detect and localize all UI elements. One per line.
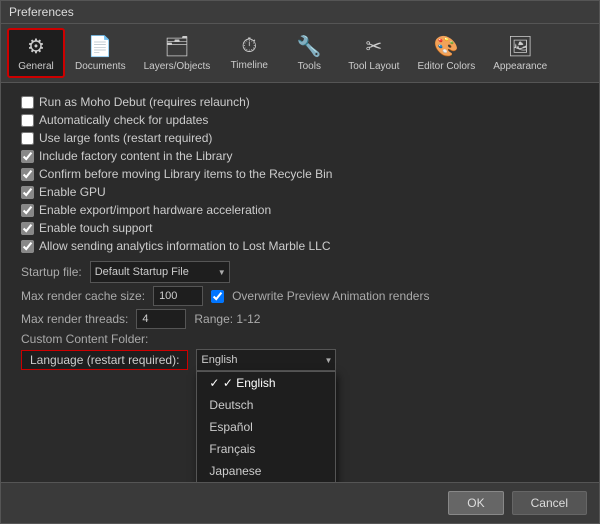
language-dropdown-wrapper: English ▼ [196,349,336,371]
checkbox-text-large-fonts: Use large fonts (restart required) [39,131,212,145]
toolbar-item-tool-layout[interactable]: ✂ Tool Layout [340,30,407,76]
documents-icon: 📄 [88,34,113,59]
checkbox-run-moho-debut[interactable] [21,96,34,109]
checkbox-label-enable-gpu[interactable]: Enable GPU [21,183,579,201]
language-option-japanese[interactable]: Japanese [197,460,335,482]
max-cache-input[interactable] [153,286,203,306]
general-icon: ⚙ [27,34,45,59]
overwrite-preview-checkbox[interactable] [211,290,224,303]
language-popup: ✓ EnglishDeutschEspañolFrançaisJapaneseR… [196,371,336,482]
checkbox-text-touch-support: Enable touch support [39,221,152,235]
language-option-english[interactable]: ✓ English [197,372,335,394]
checkbox-text-confirm-recycle: Confirm before moving Library items to t… [39,167,332,181]
checkbox-text-allow-analytics: Allow sending analytics information to L… [39,239,330,253]
checkbox-label-auto-check-updates[interactable]: Automatically check for updates [21,111,579,129]
toolbar-item-label: Tool Layout [348,61,399,72]
tool-layout-icon: ✂ [365,34,382,59]
max-cache-row: Max render cache size: Overwrite Preview… [21,286,579,306]
toolbar-item-appearance[interactable]: 🖼 Appearance [485,30,555,76]
checkbox-allow-analytics[interactable] [21,240,34,253]
preferences-window: Preferences ⚙ General 📄 Documents 🗂 Layers/Ob… [0,0,600,524]
toolbar-item-general[interactable]: ⚙ General [7,28,65,78]
tools-icon: 🔧 [297,34,322,59]
checkbox-label-touch-support[interactable]: Enable touch support [21,219,579,237]
footer: OK Cancel [1,482,599,523]
toolbar-item-label: Documents [75,61,126,72]
max-threads-row: Max render threads: Range: 1-12 [21,309,579,329]
cancel-button[interactable]: Cancel [512,491,587,515]
language-row: Language (restart required): English ▼ ✓… [21,349,579,371]
toolbar-item-label: Appearance [493,61,547,72]
startup-file-dropdown-wrapper: Default Startup File ▼ [90,261,230,283]
checkbox-auto-check-updates[interactable] [21,114,34,127]
checkbox-container: Run as Moho Debut (requires relaunch) Aut… [21,93,579,255]
max-cache-label: Max render cache size: [21,289,145,303]
range-label: Range: 1-12 [194,312,260,326]
checkbox-export-import-accel[interactable] [21,204,34,217]
checkbox-label-allow-analytics[interactable]: Allow sending analytics information to L… [21,237,579,255]
window-title: Preferences [9,5,74,19]
toolbar-item-label: Layers/Objects [144,61,211,72]
toolbar-item-label: Editor Colors [417,61,475,72]
checkbox-large-fonts[interactable] [21,132,34,145]
title-bar: Preferences [1,1,599,24]
appearance-icon: 🖼 [508,34,533,59]
checkbox-text-export-import-accel: Enable export/import hardware accelerati… [39,203,271,217]
checkbox-text-run-moho-debut: Run as Moho Debut (requires relaunch) [39,95,250,109]
checkbox-confirm-recycle[interactable] [21,168,34,181]
startup-file-row: Startup file: Default Startup File ▼ [21,261,579,283]
custom-content-row: Custom Content Folder: [21,332,579,346]
language-option-deutsch[interactable]: Deutsch [197,394,335,416]
checkbox-enable-gpu[interactable] [21,186,34,199]
timeline-icon: ⏱ [241,35,257,58]
language-dropdown[interactable]: English [196,349,336,371]
max-threads-input[interactable] [136,309,186,329]
language-label: Language (restart required): [21,350,188,370]
toolbar-item-documents[interactable]: 📄 Documents [67,30,134,76]
language-dropdown-container: English ▼ ✓ EnglishDeutschEspañolFrançai… [196,349,336,371]
language-option-francais[interactable]: Français [197,438,335,460]
checkbox-label-run-moho-debut[interactable]: Run as Moho Debut (requires relaunch) [21,93,579,111]
checkbox-touch-support[interactable] [21,222,34,235]
ok-button[interactable]: OK [448,491,503,515]
custom-content-label: Custom Content Folder: [21,332,148,346]
checkbox-label-export-import-accel[interactable]: Enable export/import hardware accelerati… [21,201,579,219]
toolbar-item-tools[interactable]: 🔧 Tools [280,30,338,76]
max-threads-label: Max render threads: [21,312,128,326]
toolbar-item-layers-objects[interactable]: 🗂 Layers/Objects [136,30,219,76]
layers-objects-icon: 🗂 [164,34,189,59]
overwrite-preview-label: Overwrite Preview Animation renders [232,289,429,303]
toolbar-item-label: Timeline [231,60,268,71]
startup-file-dropdown[interactable]: Default Startup File [90,261,230,283]
checkbox-label-factory-content[interactable]: Include factory content in the Library [21,147,579,165]
toolbar-item-label: Tools [298,61,321,72]
toolbar: ⚙ General 📄 Documents 🗂 Layers/Objects ⏱ Timeli… [1,24,599,83]
checkbox-factory-content[interactable] [21,150,34,163]
toolbar-item-timeline[interactable]: ⏱ Timeline [220,31,278,75]
checkbox-label-confirm-recycle[interactable]: Confirm before moving Library items to t… [21,165,579,183]
language-current-value: English [201,354,237,366]
editor-colors-icon: 🎨 [434,34,459,59]
language-option-espanol[interactable]: Español [197,416,335,438]
toolbar-item-label: General [18,61,54,72]
checkbox-text-enable-gpu: Enable GPU [39,185,106,199]
checkbox-text-auto-check-updates: Automatically check for updates [39,113,208,127]
toolbar-item-editor-colors[interactable]: 🎨 Editor Colors [409,30,483,76]
checkbox-label-large-fonts[interactable]: Use large fonts (restart required) [21,129,579,147]
main-content: Run as Moho Debut (requires relaunch) Aut… [1,83,599,482]
checkbox-text-factory-content: Include factory content in the Library [39,149,232,163]
startup-file-label: Startup file: [21,265,82,279]
